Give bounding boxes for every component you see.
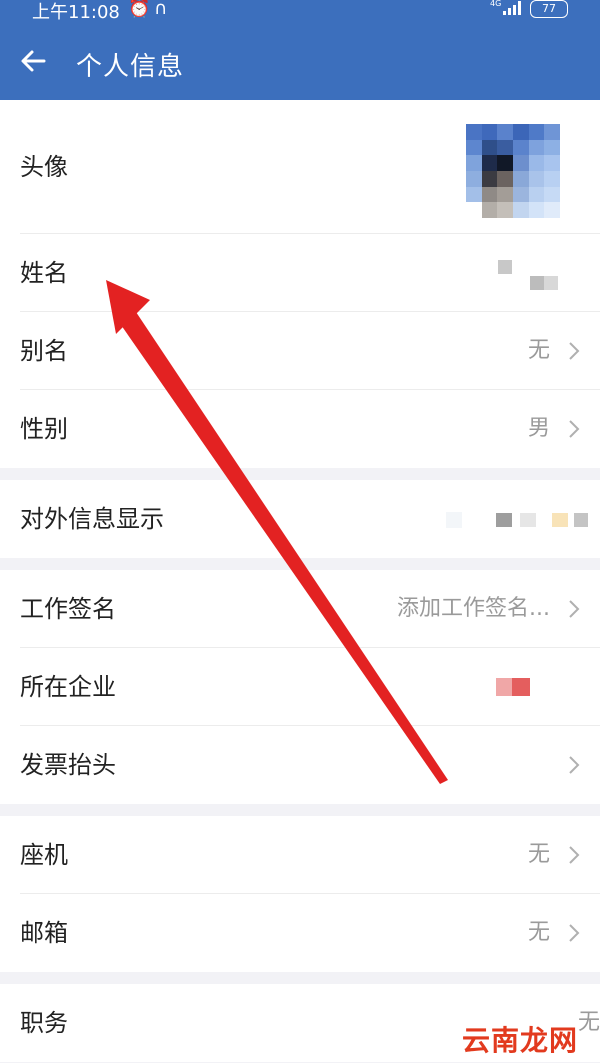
name-value-pixelated [496,260,562,294]
alias-row[interactable]: 别名 无 [0,312,600,390]
avatar-label: 头像 [20,153,68,181]
network-type: 4G [490,0,502,8]
avatar[interactable] [466,124,560,218]
company-label: 所在企业 [20,673,116,701]
invoice-title-row[interactable]: 发票抬头 [0,726,600,804]
battery-indicator: 77 [530,0,568,18]
alias-value: 无 [527,338,550,363]
position-value: 无 [577,1010,600,1035]
external-info-row[interactable]: 对外信息显示 [0,480,600,558]
alarm-icon: ⏰ [128,0,151,19]
email-label: 邮箱 [20,919,68,947]
position-label: 职务 [20,1009,68,1037]
page-title: 个人信息 [76,52,185,82]
landline-label: 座机 [20,841,68,869]
work-info-group: 工作签名 添加工作签名... 所在企业 发票抬头 [0,570,600,804]
status-bar: 上午11:08 ⏰ ∩ 4G 77 [0,0,600,23]
chevron-right-icon [568,755,580,775]
profile-basic-group: 头像 姓名 别名 无 性别 男 [0,100,600,468]
invoice-title-label: 发票抬头 [20,751,116,779]
alias-label: 别名 [20,337,68,365]
name-label: 姓名 [20,259,68,287]
gender-value: 男 [527,416,550,441]
work-signature-row[interactable]: 工作签名 添加工作签名... [0,570,600,648]
external-info-value-pixelated [446,512,592,532]
chevron-right-icon [568,419,580,439]
email-value: 无 [527,920,550,945]
email-row[interactable]: 邮箱 无 [0,894,600,972]
chevron-right-icon [568,599,580,619]
avatar-row[interactable]: 头像 [0,100,600,234]
external-info-label: 对外信息显示 [20,505,164,533]
gender-row[interactable]: 性别 男 [0,390,600,468]
chevron-right-icon [568,923,580,943]
company-row[interactable]: 所在企业 [0,648,600,726]
work-signature-value: 添加工作签名... [397,596,550,621]
chevron-right-icon [568,341,580,361]
external-info-group: 对外信息显示 [0,480,600,558]
signal-icon [502,0,524,21]
watermark: 云南龙网 [461,1024,578,1057]
name-row[interactable]: 姓名 [0,234,600,312]
chevron-right-icon [568,845,580,865]
landline-row[interactable]: 座机 无 [0,816,600,894]
back-arrow-icon[interactable] [18,46,48,76]
work-signature-label: 工作签名 [20,595,116,623]
company-value-pixelated [496,678,532,700]
app-bar: 个人信息 [0,22,600,100]
gender-label: 性别 [20,415,68,443]
landline-value: 无 [527,842,550,867]
status-time: 上午11:08 [32,2,120,23]
headset-icon: ∩ [154,0,168,19]
contact-group: 座机 无 邮箱 无 [0,816,600,972]
